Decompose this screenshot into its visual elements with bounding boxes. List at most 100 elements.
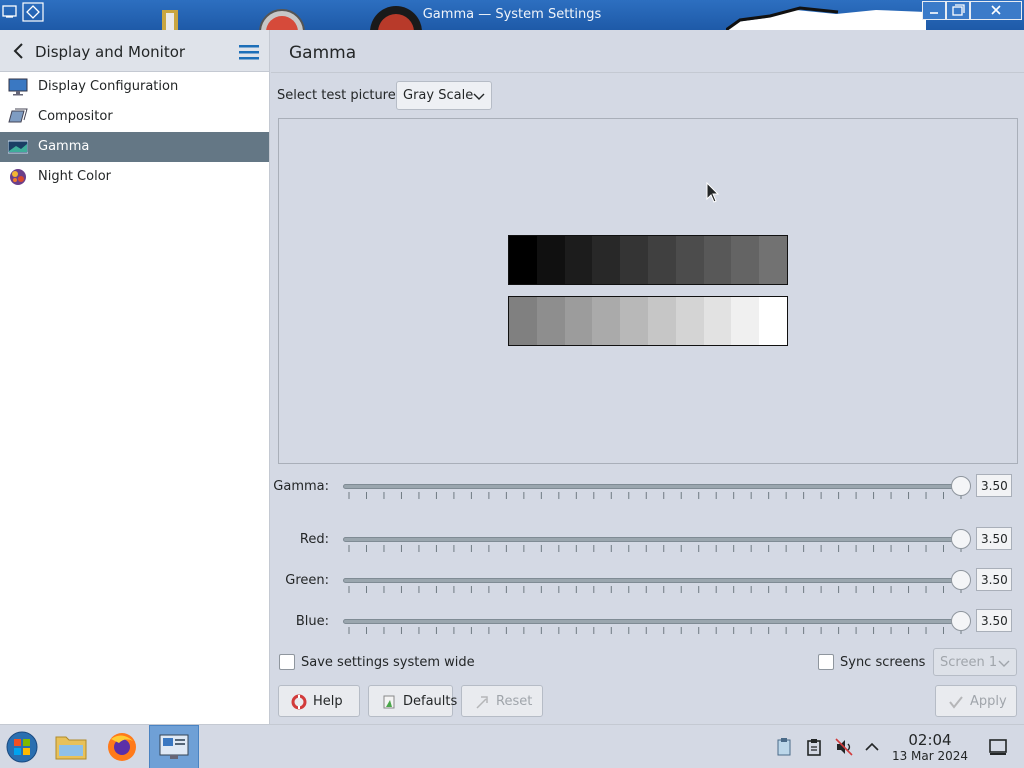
test-picture-select-value: Gray Scale — [403, 88, 474, 103]
checkmark-icon — [949, 696, 963, 709]
reset-icon — [476, 696, 488, 709]
gray-scale-strip-dark — [508, 235, 788, 285]
blue-slider-track[interactable] — [343, 619, 963, 624]
apply-button[interactable]: Apply — [935, 685, 1017, 717]
green-slider-handle[interactable] — [951, 570, 971, 590]
start-menu-button[interactable] — [0, 725, 50, 768]
firefox-icon — [108, 733, 136, 761]
gray-swatch — [703, 236, 732, 284]
gamma-slider-handle[interactable] — [951, 476, 971, 496]
display-config-icon — [8, 78, 28, 96]
minimize-button[interactable] — [922, 1, 946, 20]
sidebar-item-night-color[interactable]: Night Color — [0, 162, 269, 192]
help-button[interactable]: Help — [278, 685, 360, 717]
page-title: Gamma — [289, 43, 357, 63]
night-color-icon — [10, 169, 26, 185]
gray-swatch — [564, 236, 593, 284]
gray-swatch — [620, 236, 648, 284]
sidebar-item-display-configuration[interactable]: Display Configuration — [0, 72, 269, 102]
compositor-icon — [8, 108, 28, 123]
gamma-icon — [8, 140, 28, 154]
sidebar-header: Display and Monitor — [0, 30, 269, 72]
gamma-slider-row: Gamma: 3.50 — [271, 474, 1024, 502]
gray-swatch — [564, 297, 593, 345]
blue-value-field[interactable]: 3.50 — [976, 609, 1012, 632]
window-titlebar[interactable]: Gamma — System Settings — [0, 0, 1024, 30]
volume-muted-icon[interactable] — [834, 737, 854, 757]
sidebar-item-label: Night Color — [38, 169, 111, 184]
chevron-up-icon[interactable] — [862, 737, 882, 757]
sidebar-title: Display and Monitor — [35, 43, 186, 61]
sidebar-item-compositor[interactable]: Compositor — [0, 102, 269, 132]
gray-swatch — [647, 236, 676, 284]
sidebar-nav: Display Configuration Compositor Gamma N… — [0, 72, 269, 192]
save-system-wide-label: Save settings system wide — [301, 655, 475, 670]
hamburger-menu-icon[interactable] — [239, 44, 259, 60]
mouse-cursor-icon — [706, 182, 720, 203]
sidebar-item-label: Gamma — [38, 139, 90, 154]
red-slider-row: Red: 3.50 — [271, 527, 1024, 555]
help-icon — [291, 694, 307, 710]
blue-slider-label: Blue: — [295, 614, 329, 629]
slider-ticks — [348, 545, 962, 552]
blue-slider-handle[interactable] — [951, 611, 971, 631]
gray-swatch — [759, 236, 787, 284]
red-value-field[interactable]: 3.50 — [976, 527, 1012, 550]
gray-swatch — [620, 297, 648, 345]
red-slider-handle[interactable] — [951, 529, 971, 549]
defaults-icon — [383, 695, 395, 709]
sidebar-item-gamma[interactable]: Gamma — [0, 132, 269, 162]
save-system-wide-checkbox[interactable] — [279, 654, 295, 670]
taskbar-file-manager[interactable] — [46, 725, 96, 768]
back-arrow-icon[interactable] — [10, 42, 28, 60]
screen-select[interactable]: Screen 1 — [933, 648, 1017, 676]
defaults-button[interactable]: Defaults — [368, 685, 457, 717]
close-button[interactable] — [970, 1, 1022, 20]
sync-screens-label: Sync screens — [840, 655, 926, 670]
clipboard-icon[interactable] — [804, 737, 824, 757]
sync-screens-checkbox[interactable] — [818, 654, 834, 670]
chevron-down-icon — [473, 93, 485, 100]
taskbar-system-settings[interactable] — [149, 725, 199, 768]
blue-slider-row: Blue: 3.50 — [271, 609, 1024, 637]
show-desktop-icon[interactable] — [988, 737, 1008, 757]
start-menu-icon — [6, 731, 38, 763]
apply-button-label: Apply — [970, 694, 1007, 709]
green-slider-row: Green: 3.50 — [271, 568, 1024, 596]
taskbar-firefox[interactable] — [97, 725, 147, 768]
slider-ticks — [348, 627, 962, 634]
reset-button[interactable]: Reset — [461, 685, 543, 717]
gray-swatch — [536, 297, 565, 345]
test-picture-select[interactable]: Gray Scale — [396, 81, 492, 110]
gamma-slider-track[interactable] — [343, 484, 963, 489]
taskbar: 02:04 13 Mar 2024 — [0, 724, 1024, 768]
defaults-button-label: Defaults — [403, 694, 458, 709]
gray-swatch — [731, 297, 760, 345]
gray-swatch — [703, 297, 732, 345]
window-title: Gamma — System Settings — [422, 7, 602, 22]
green-value-field[interactable]: 3.50 — [976, 568, 1012, 591]
slider-ticks — [348, 586, 962, 593]
red-slider-track[interactable] — [343, 537, 963, 542]
green-slider-label: Green: — [285, 573, 329, 588]
gamma-slider-label: Gamma: — [273, 479, 329, 494]
gray-swatch — [536, 236, 565, 284]
maximize-button[interactable] — [946, 1, 970, 20]
gray-swatch — [592, 297, 621, 345]
close-icon — [991, 5, 1001, 15]
gray-scale-strip-light — [508, 296, 788, 346]
gray-swatch — [675, 236, 704, 284]
test-picture-label: Select test picture: — [277, 88, 401, 103]
clock-date: 13 Mar 2024 — [891, 749, 969, 763]
clock-time: 02:04 — [908, 731, 952, 749]
green-slider-track[interactable] — [343, 578, 963, 583]
clock[interactable]: 02:04 13 Mar 2024 — [882, 731, 978, 763]
clipboard-manager-icon[interactable] — [774, 737, 794, 757]
gamma-value-field[interactable]: 3.50 — [976, 474, 1012, 497]
system-settings-icon — [159, 734, 189, 759]
gray-swatch — [509, 297, 537, 345]
divider — [271, 72, 1024, 73]
minimize-icon — [930, 12, 938, 14]
slider-ticks — [348, 492, 962, 499]
sidebar: Display and Monitor Display Configuratio… — [0, 30, 270, 724]
